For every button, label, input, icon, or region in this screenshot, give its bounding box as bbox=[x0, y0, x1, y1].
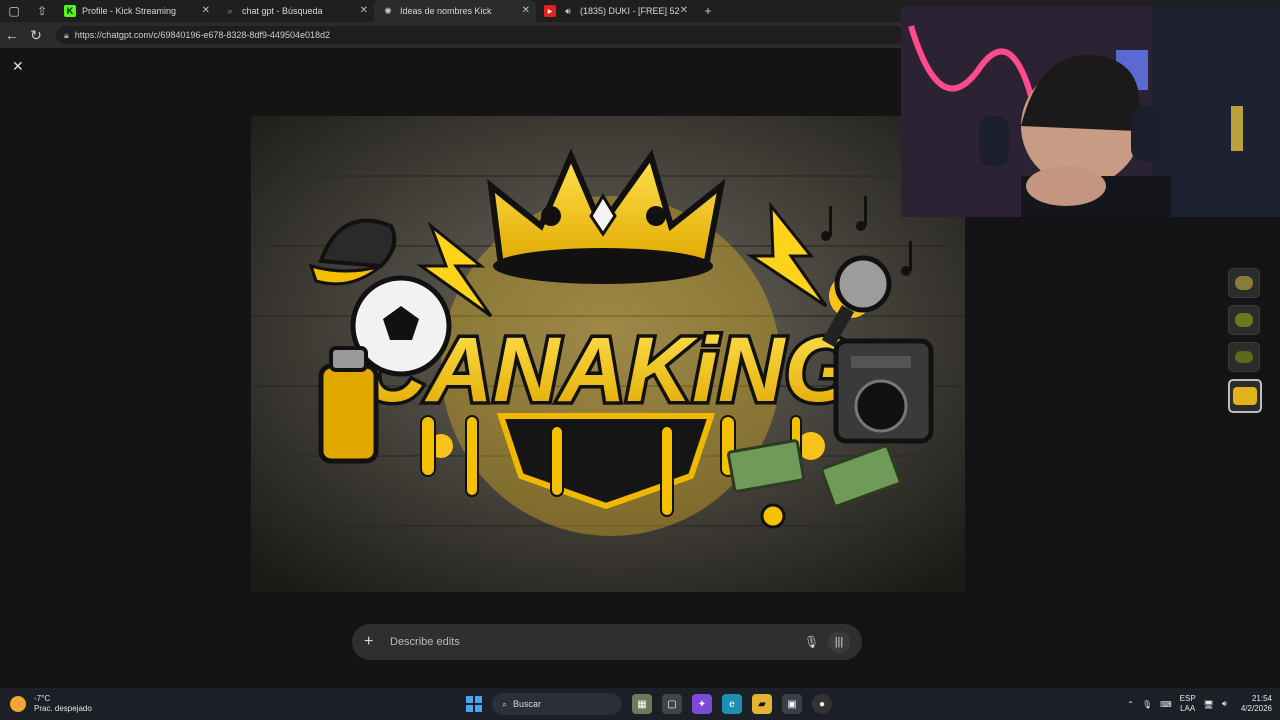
windows-taskbar: -7°C Prac. despejado ⌕ Buscar ▦ ▢ ✦ e ▰ … bbox=[0, 688, 1280, 720]
microphone-icon[interactable]: 🎙︎ bbox=[804, 635, 822, 649]
taskbar-search[interactable]: ⌕ Buscar bbox=[492, 693, 622, 715]
url-field[interactable]: 🔒︎ https://chatgpt.com/c/69840196-e678-8… bbox=[56, 26, 904, 44]
weather-widget[interactable]: -7°C Prac. despejado bbox=[10, 694, 92, 714]
volume-icon[interactable]: 🔊︎ bbox=[1222, 699, 1227, 709]
lang-bottom: LAA bbox=[1180, 704, 1196, 713]
close-icon[interactable]: ✕ bbox=[360, 5, 368, 16]
edit-input[interactable]: Describe edits bbox=[390, 636, 804, 648]
thumbnail-4-selected[interactable] bbox=[1228, 379, 1262, 413]
search-icon: ⌕ bbox=[227, 5, 233, 16]
weather-desc: Prac. despejado bbox=[34, 704, 92, 713]
tab-label: Profile - Kick Streaming bbox=[82, 6, 177, 16]
thumbnail-1[interactable] bbox=[1228, 268, 1260, 298]
back-icon[interactable]: ← bbox=[0, 23, 24, 47]
refresh-icon[interactable]: ↻ bbox=[24, 23, 48, 47]
language-indicator[interactable]: ESP LAA bbox=[1180, 694, 1196, 714]
widgets-icon[interactable]: ▦ bbox=[632, 694, 652, 714]
boombox-graphic bbox=[833, 338, 934, 444]
close-icon[interactable]: ✕ bbox=[680, 5, 688, 16]
graffiti-artwork: CANAKiNG bbox=[251, 116, 965, 592]
start-icon[interactable] bbox=[466, 696, 482, 712]
microphone-tray-icon[interactable]: 🎙︎ bbox=[1142, 700, 1152, 709]
edge-icon[interactable]: e bbox=[722, 694, 742, 714]
describe-edits-bar[interactable]: + Describe edits 🎙︎ ||| bbox=[352, 624, 862, 660]
tab-actions-icon[interactable]: ▢ bbox=[0, 0, 28, 22]
speaker-icon: 🔊︎ bbox=[565, 5, 571, 16]
tab-youtube-duki[interactable]: ▶ 🔊︎ (1835) DUKI - [FREE] 5202 Ty ✕ bbox=[536, 0, 694, 22]
voice-mode-icon[interactable]: ||| bbox=[828, 631, 850, 653]
gold-medallion bbox=[760, 503, 786, 529]
kick-icon: K bbox=[64, 5, 76, 17]
taskbar-apps: ⌕ Buscar ▦ ▢ ✦ e ▰ ▣ ● bbox=[466, 688, 832, 720]
close-viewer-icon[interactable]: ✕ bbox=[12, 58, 24, 75]
clock[interactable]: 21:54 4/2/2026 bbox=[1241, 694, 1272, 714]
tab-label: (1835) DUKI - [FREE] 5202 Ty bbox=[580, 6, 680, 16]
generated-image: CANAKiNG bbox=[251, 116, 965, 592]
weather-icon bbox=[10, 696, 26, 712]
lock-icon: 🔒︎ bbox=[64, 29, 69, 40]
tab-chat-gpt-search[interactable]: ⌕ chat gpt - Búsqueda ✕ bbox=[216, 0, 374, 22]
weather-temp: -7°C bbox=[34, 694, 51, 703]
thumbnail-3[interactable] bbox=[1228, 342, 1260, 372]
copilot-icon[interactable]: ✦ bbox=[692, 694, 712, 714]
youtube-icon: ▶ bbox=[544, 5, 556, 17]
chevron-up-icon[interactable]: ⌃ bbox=[1127, 700, 1134, 709]
streamer-webcam bbox=[901, 6, 1280, 217]
system-tray: ⌃ 🎙︎ ⌨︎ ESP LAA 🖥︎ 🔊︎ 21:54 4/2/2026 bbox=[1127, 688, 1272, 720]
tab-pin-icon[interactable]: ⇧ bbox=[28, 0, 56, 22]
task-view-icon[interactable]: ▢ bbox=[662, 694, 682, 714]
thumbnail-2[interactable] bbox=[1228, 305, 1260, 335]
lang-top: ESP bbox=[1179, 694, 1196, 703]
tab-label: Ideas de nombres Kick bbox=[400, 6, 492, 16]
close-icon[interactable]: ✕ bbox=[202, 5, 210, 16]
tab-kick-profile[interactable]: K Profile - Kick Streaming ✕ bbox=[56, 0, 216, 22]
image-thumbnails bbox=[1228, 268, 1262, 413]
tab-ideas-nombres[interactable]: ✺ Ideas de nombres Kick ✕ bbox=[374, 0, 536, 22]
search-label: Buscar bbox=[513, 699, 542, 709]
store-icon[interactable]: ▣ bbox=[782, 694, 802, 714]
webcam-overlay bbox=[901, 6, 1280, 217]
spray-can-graphic bbox=[318, 346, 379, 464]
url-text: https://chatgpt.com/c/69840196-e678-8328… bbox=[74, 30, 330, 40]
network-icon[interactable]: 🖥︎ bbox=[1204, 700, 1214, 709]
chatgpt-icon: ✺ bbox=[384, 5, 392, 16]
obs-icon[interactable]: ● bbox=[812, 694, 832, 714]
keyboard-icon[interactable]: ⌨︎ bbox=[1160, 700, 1172, 709]
clock-time: 21:54 bbox=[1251, 694, 1272, 703]
clock-date: 4/2/2026 bbox=[1240, 704, 1272, 713]
plus-icon[interactable]: + bbox=[364, 633, 384, 651]
new-tab-icon[interactable]: + bbox=[694, 0, 722, 22]
search-icon: ⌕ bbox=[502, 698, 508, 709]
tab-label: chat gpt - Búsqueda bbox=[242, 6, 323, 16]
close-icon[interactable]: ✕ bbox=[522, 5, 530, 16]
file-explorer-icon[interactable]: ▰ bbox=[752, 694, 772, 714]
